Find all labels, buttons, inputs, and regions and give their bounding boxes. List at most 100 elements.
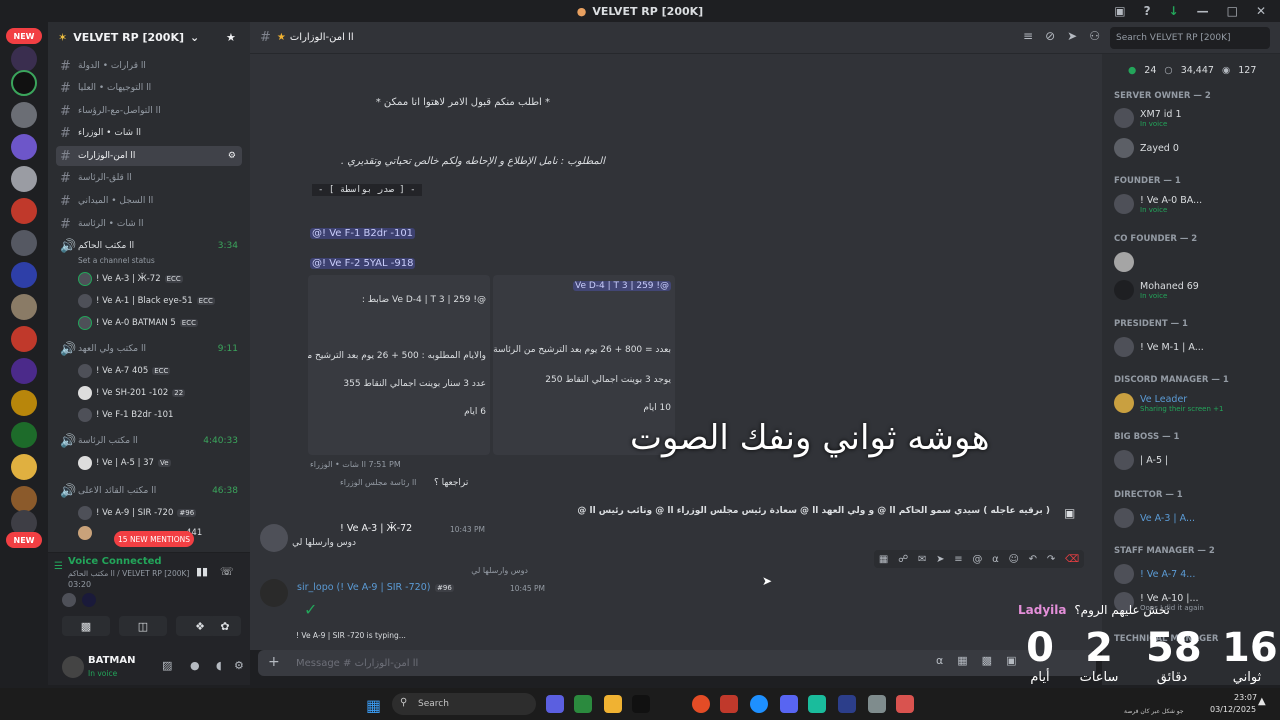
- inbox-icon[interactable]: ▣: [1114, 4, 1125, 18]
- voice-channel-riasa[interactable]: 🔊 مكتب الرئاسة ll 4:40:33: [56, 431, 242, 451]
- avatar[interactable]: [260, 579, 288, 607]
- translate-icon[interactable]: α: [992, 554, 999, 565]
- chrome-app-icon[interactable]: [692, 695, 710, 713]
- voice-channel-wali[interactable]: 🔊 مكتب ولي العهد ll 9:11: [56, 339, 242, 359]
- server-icon[interactable]: [11, 102, 37, 128]
- app-icon[interactable]: ▦: [879, 554, 888, 565]
- voice-user[interactable]: ! Ve | A-5 | 37 Ve: [78, 454, 238, 472]
- channel-item[interactable]: # قرارات • الدولة ll: [56, 56, 242, 76]
- voice-user[interactable]: ! Ve A-0 BATMAN 5 ECC: [78, 314, 238, 332]
- mark-icon[interactable]: ≡: [954, 554, 962, 565]
- channel-item[interactable]: # شات • الوزراء ll: [56, 123, 242, 143]
- settings-app-icon[interactable]: [868, 695, 886, 713]
- server-icon[interactable]: [11, 166, 37, 192]
- threads-icon[interactable]: ≡: [1023, 29, 1033, 43]
- xbox-app-icon[interactable]: [574, 695, 592, 713]
- emoji-icon[interactable]: ☺: [1008, 554, 1018, 565]
- member-item[interactable]: ! Ve A-0 BA... In voice: [1114, 192, 1274, 216]
- member-item[interactable]: ! Ve M-1 | A...: [1114, 335, 1274, 359]
- headphones-icon[interactable]: ◖: [216, 659, 222, 672]
- reply-preview[interactable]: دوس وارسلها لي: [408, 566, 528, 575]
- tiktok-app-icon[interactable]: [632, 695, 650, 713]
- voice-connected-label[interactable]: Voice Connected: [68, 556, 162, 567]
- role-mention[interactable]: @! Ve F-1 B2dr -101: [310, 228, 416, 239]
- channel-item[interactable]: # التوجيهات • العليا ll: [56, 78, 242, 98]
- link-icon[interactable]: ☍: [898, 554, 908, 565]
- microphone-icon[interactable]: ●: [190, 659, 200, 672]
- channel-item-active[interactable]: # امن-الوزارات ll ⚙: [56, 146, 242, 166]
- channel-item[interactable]: # السجل • الميداني ll: [56, 191, 242, 211]
- noise-suppression-icon[interactable]: ▮▮: [196, 565, 208, 578]
- clock-date[interactable]: 03/12/2025: [1210, 705, 1256, 714]
- settings-icon[interactable]: ⚙: [234, 659, 244, 672]
- add-attachment-icon[interactable]: +: [268, 654, 280, 670]
- pin-icon[interactable]: ➤: [1067, 29, 1077, 43]
- server-icon[interactable]: [11, 422, 37, 448]
- server-icon[interactable]: [11, 486, 37, 512]
- app-icon[interactable]: [808, 695, 826, 713]
- voice-user[interactable]: ! Ve A-7 405 ECC: [78, 362, 238, 380]
- server-icon[interactable]: [11, 454, 37, 480]
- server-icon[interactable]: [11, 134, 37, 160]
- minimize-button[interactable]: —: [1197, 4, 1209, 18]
- server-icon[interactable]: [11, 230, 37, 256]
- channel-item[interactable]: # التواصل-مع-الرؤساء ll: [56, 101, 242, 121]
- discord-app-icon[interactable]: [780, 695, 798, 713]
- voice-channel-qaed[interactable]: 🔊 مكتب القائد الاعلى ll 46:38: [56, 481, 242, 501]
- new-badge-bottom[interactable]: NEW: [6, 532, 42, 548]
- voice-user[interactable]: ! Ve A-3 | Ӂ-72 ECC: [78, 270, 238, 288]
- channel-item[interactable]: # شات • الرئاسة ll: [56, 214, 242, 234]
- server-icon[interactable]: [11, 294, 37, 320]
- windows-start-icon[interactable]: ▦: [366, 696, 381, 715]
- disconnect-icon[interactable]: ☏: [220, 565, 234, 578]
- avatar[interactable]: [260, 524, 288, 552]
- message-author[interactable]: sir_lopo (! Ve A-9 | SIR -720): [297, 582, 430, 593]
- user-name[interactable]: BATMAN: [88, 655, 135, 666]
- mention-icon[interactable]: @: [972, 554, 982, 565]
- server-icon[interactable]: [11, 262, 37, 288]
- server-icon[interactable]: [11, 390, 37, 416]
- camera-off-button[interactable]: ▩: [62, 616, 110, 636]
- delete-icon[interactable]: ⌫: [1065, 554, 1079, 565]
- thread-icon[interactable]: ✉: [918, 554, 926, 565]
- gear-icon[interactable]: ⚙: [228, 151, 242, 161]
- weather-text[interactable]: جو شكل عبر كان فرصة: [1124, 708, 1184, 715]
- members-icon[interactable]: ⚇: [1089, 29, 1100, 43]
- add-member-icon[interactable]: ★: [226, 31, 236, 44]
- member-item[interactable]: ! Ve A-7 4...: [1114, 562, 1274, 586]
- app-icon[interactable]: [720, 695, 738, 713]
- notifications-icon[interactable]: ▲: [1258, 696, 1266, 707]
- server-header[interactable]: ✶ VELVET RP [200K] ⌄ ★: [48, 22, 250, 52]
- gift-icon[interactable]: ▦: [957, 654, 967, 667]
- file-explorer-icon[interactable]: [604, 695, 622, 713]
- member-item[interactable]: | A-5 |: [1114, 448, 1274, 472]
- channel-link[interactable]: رئاسة مجلس الوزراء ll: [340, 478, 416, 487]
- clock-time[interactable]: 23:07: [1234, 693, 1257, 702]
- reply-icon[interactable]: ↶: [1029, 554, 1037, 565]
- image-icon[interactable]: ▣: [1064, 506, 1075, 520]
- forward-icon[interactable]: ↷: [1047, 554, 1055, 565]
- server-icon[interactable]: [11, 198, 37, 224]
- mute-icon[interactable]: ⊘: [1045, 29, 1055, 43]
- member-item[interactable]: Ve A-3 | A...: [1114, 506, 1274, 530]
- voice-user[interactable]: ! Ve F-1 B2dr -101: [78, 406, 238, 424]
- channel-item[interactable]: # قلق-الرئاسة ll: [56, 168, 242, 188]
- avatar[interactable]: [62, 656, 84, 678]
- search-input[interactable]: Search VELVET RP [200K]: [1110, 27, 1270, 49]
- gif-icon[interactable]: ▩: [982, 654, 992, 667]
- member-item[interactable]: XM7 id 1 In voice: [1114, 106, 1274, 130]
- voice-user[interactable]: ! Ve SH-201 -102 22: [78, 384, 238, 402]
- voice-user[interactable]: ! Ve A-9 | SIR -720 #96: [78, 504, 238, 522]
- pin-icon[interactable]: ➤: [936, 554, 944, 565]
- close-button[interactable]: ✕: [1256, 4, 1266, 18]
- server-icon[interactable]: [11, 46, 37, 72]
- screen-share-button[interactable]: ◫: [119, 616, 167, 636]
- help-icon[interactable]: ?: [1144, 4, 1151, 18]
- translate-icon[interactable]: α: [936, 654, 943, 667]
- app-icon[interactable]: [838, 695, 856, 713]
- soundboard-button[interactable]: ✿: [209, 616, 241, 636]
- server-icon[interactable]: [11, 326, 37, 352]
- download-icon[interactable]: ↓: [1169, 4, 1179, 18]
- voice-channel-hakim[interactable]: 🔊 مكتب الحاكم ll 3:34: [56, 236, 242, 256]
- taskbar-search[interactable]: ⚲ Search: [392, 693, 536, 715]
